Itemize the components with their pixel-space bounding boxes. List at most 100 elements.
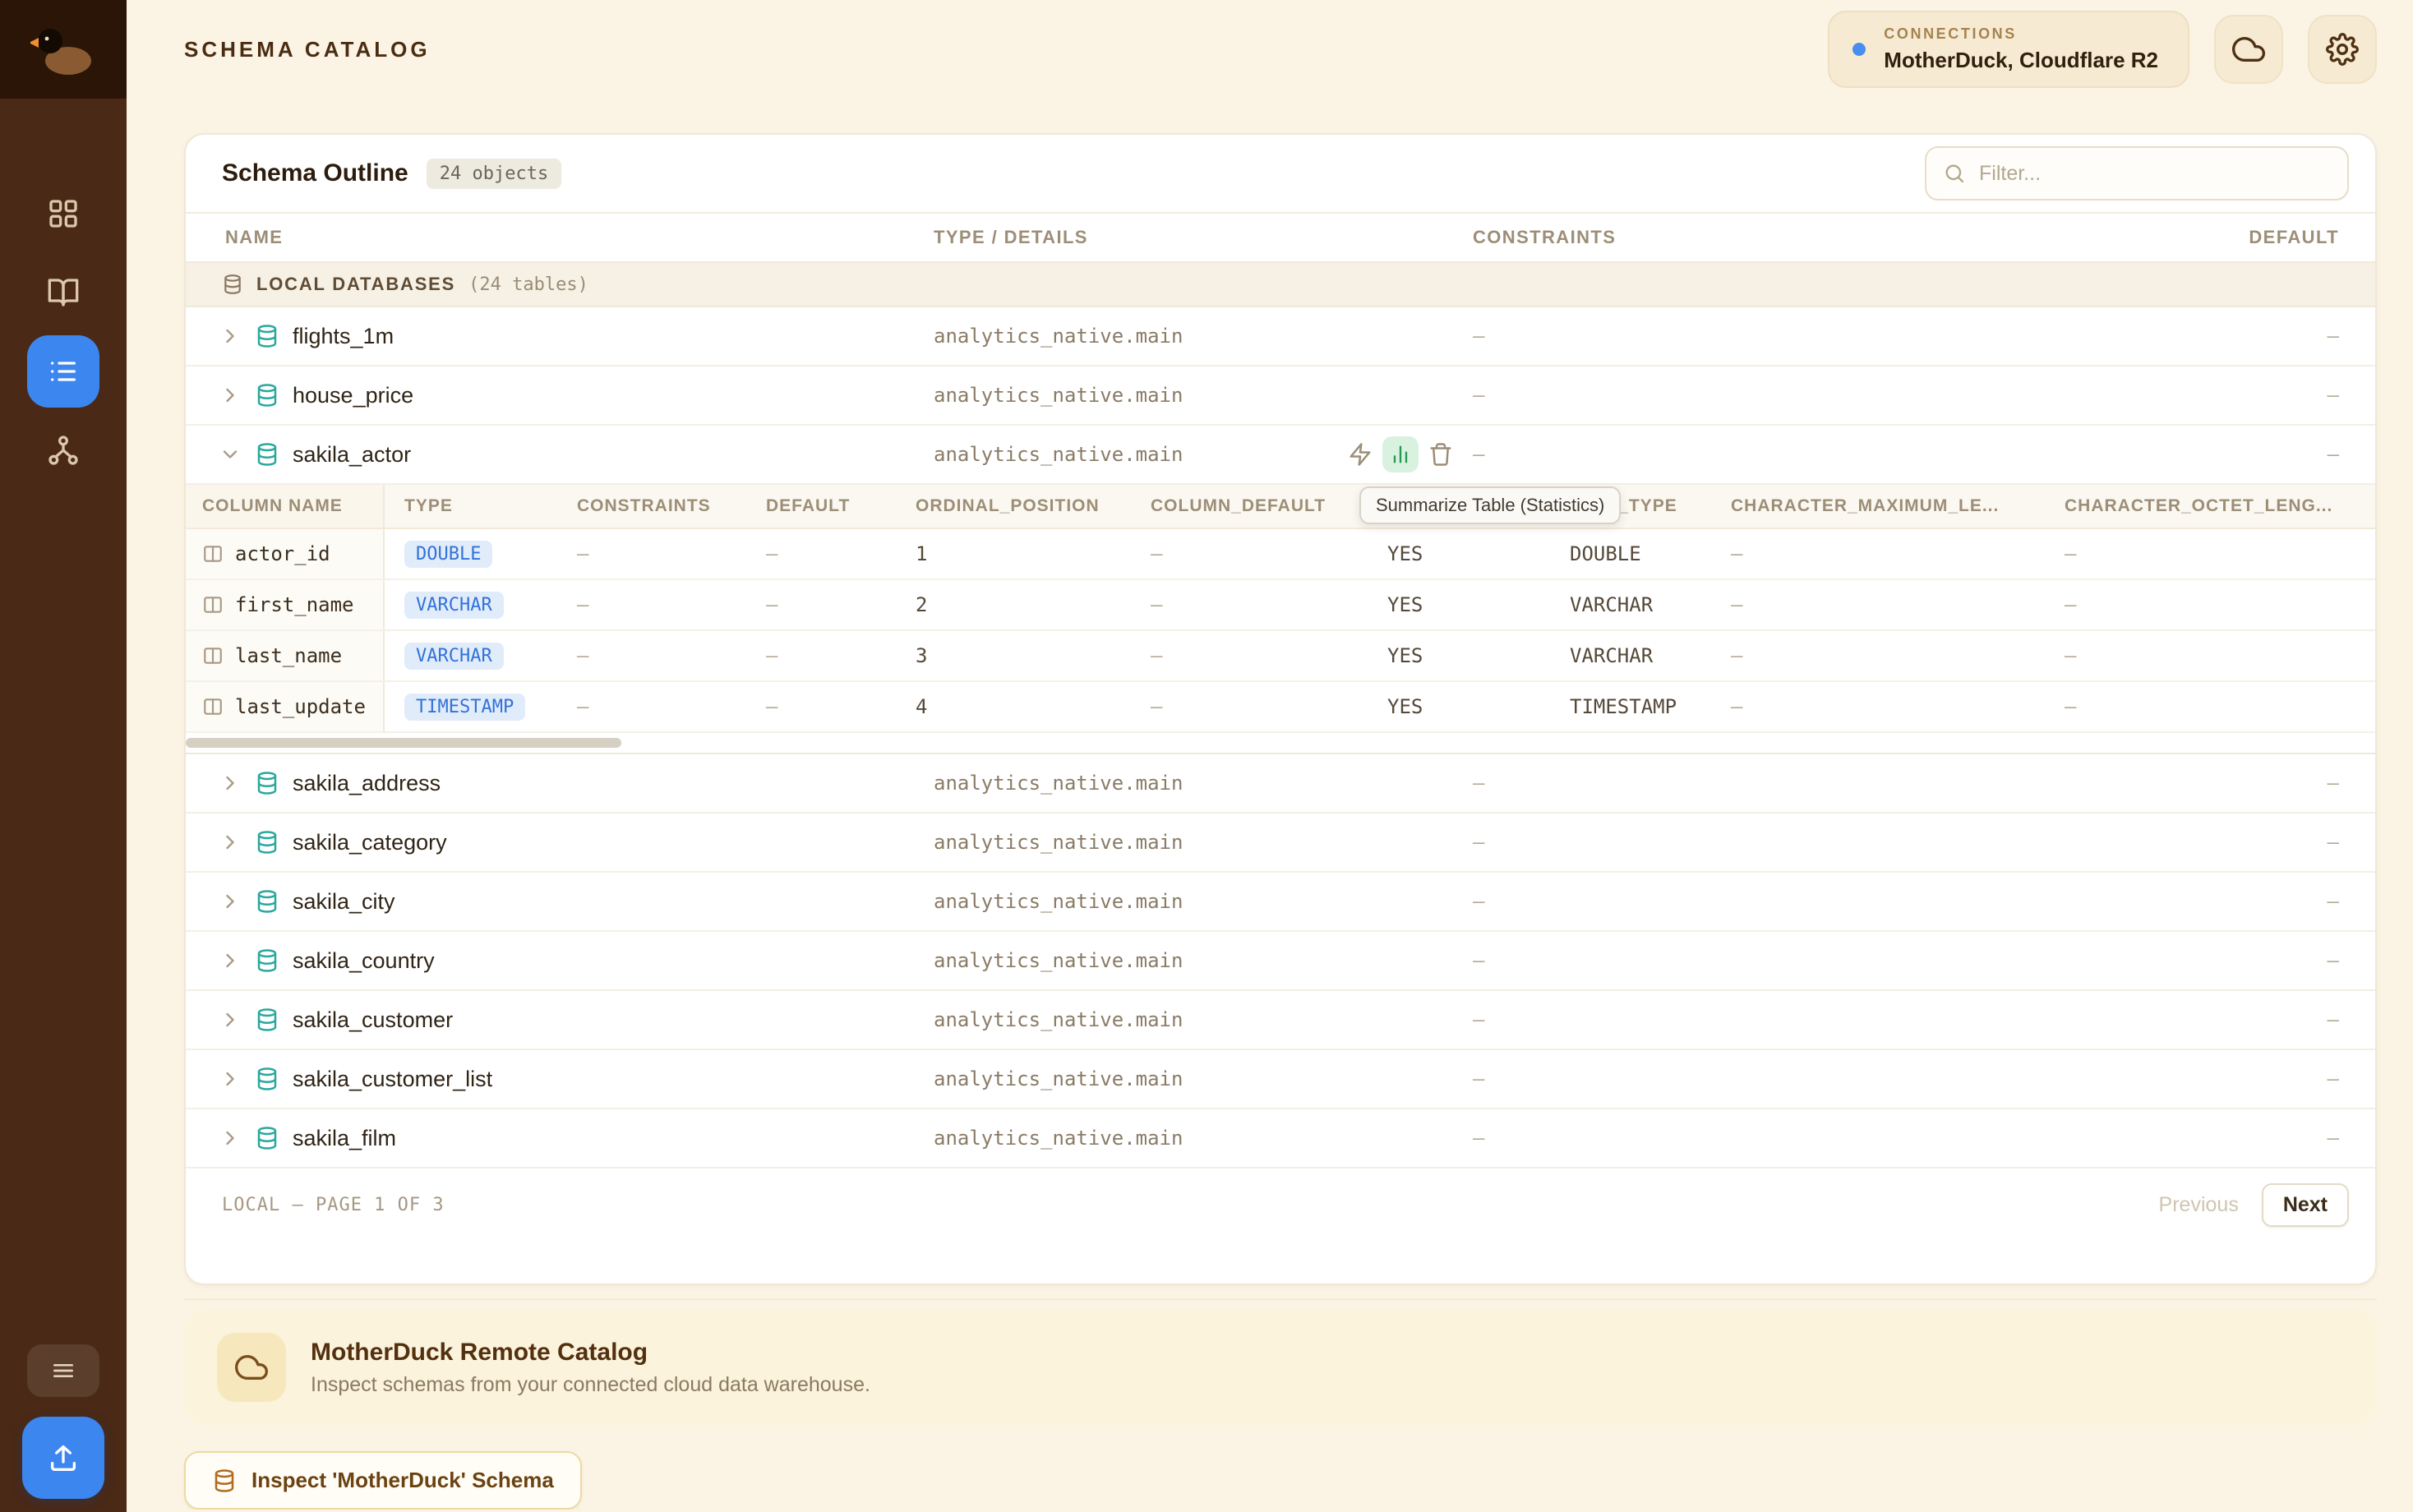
table-row-house_price[interactable]: house_price analytics_native.main — — <box>186 366 2375 426</box>
sidebar-item-schema-catalog[interactable] <box>27 335 99 408</box>
connections-pill[interactable]: CONNECTIONS MotherDuck, Cloudflare R2 <box>1828 11 2189 88</box>
table-constraints: — <box>1473 443 2142 466</box>
chevron-right-icon[interactable] <box>219 325 242 348</box>
column-header-default: DEFAULT <box>2142 227 2377 248</box>
next-button[interactable]: Next <box>2262 1183 2349 1227</box>
cell-character-maximum-length: — <box>1711 593 2045 616</box>
sub-col-type: TYPE <box>385 496 557 516</box>
sidebar-item-docs[interactable] <box>27 256 99 329</box>
chevron-right-icon[interactable] <box>219 1127 242 1150</box>
cell-default: — <box>746 695 896 718</box>
dashboard-grid-icon <box>47 197 80 230</box>
table-details: analytics_native.main <box>934 384 1473 407</box>
table-row-flights_1m[interactable]: flights_1m analytics_native.main — — <box>186 307 2375 366</box>
pagination-status: LOCAL — PAGE 1 OF 3 <box>222 1195 445 1215</box>
table-default: — <box>2142 890 2377 913</box>
sidebar-bottom <box>22 1344 104 1512</box>
previous-button[interactable]: Previous <box>2159 1193 2239 1217</box>
table-details: analytics_native.main <box>934 443 1183 466</box>
table-row-sakila_address[interactable]: sakila_address analytics_native.main — — <box>186 754 2375 814</box>
tooltip-summarize-table: Summarize Table (Statistics) <box>1359 486 1621 524</box>
table-row-sakila_film[interactable]: sakila_film analytics_native.main — — <box>186 1109 2375 1169</box>
table-row-sakila_actor[interactable]: sakila_actor analytics_native.main — — <box>186 426 2375 485</box>
table-constraints: — <box>1473 831 2142 854</box>
upload-button[interactable] <box>22 1417 104 1499</box>
main-area: SCHEMA CATALOG CONNECTIONS MotherDuck, C… <box>127 0 2413 1512</box>
column-header-constraints: CONSTRAINTS <box>1473 227 2142 248</box>
bar-chart-icon[interactable] <box>1382 436 1419 472</box>
type-badge: TIMESTAMP <box>404 694 525 721</box>
table-default: — <box>2142 831 2377 854</box>
table-details: analytics_native.main <box>934 949 1473 972</box>
remote-catalog-subtitle: Inspect schemas from your connected clou… <box>311 1373 870 1397</box>
cell-default: — <box>746 593 896 616</box>
column-name: last_update <box>235 695 366 718</box>
sidebar-item-lineage[interactable] <box>27 414 99 486</box>
gear-icon <box>2326 33 2359 66</box>
cell-default: — <box>746 644 896 667</box>
inspect-button-label: Inspect 'MotherDuck' Schema <box>251 1468 554 1493</box>
connections-label: CONNECTIONS <box>1884 25 2158 43</box>
scrollbar-thumb[interactable] <box>186 738 621 748</box>
cell-ordinal-position: 1 <box>896 542 1131 565</box>
table-row-sakila_customer_list[interactable]: sakila_customer_list analytics_native.ma… <box>186 1050 2375 1109</box>
columns-icon <box>202 645 224 666</box>
columns-subtable: COLUMN NAME TYPE CONSTRAINTS DEFAULT ORD… <box>186 485 2375 754</box>
group-count: (24 tables) <box>468 274 588 295</box>
menu-button[interactable] <box>27 1344 99 1397</box>
filter-input[interactable] <box>1979 162 2331 186</box>
chevron-down-icon[interactable] <box>219 443 242 466</box>
database-icon <box>212 1468 237 1493</box>
upload-icon <box>47 1441 80 1474</box>
table-default: — <box>2142 325 2377 348</box>
table-row-sakila_customer[interactable]: sakila_customer analytics_native.main — … <box>186 991 2375 1050</box>
zap-icon[interactable] <box>1348 442 1373 467</box>
chevron-right-icon[interactable] <box>219 890 242 913</box>
table-row-sakila_city[interactable]: sakila_city analytics_native.main — — <box>186 873 2375 932</box>
cell-character-octet-length: — <box>2045 695 2377 718</box>
chevron-right-icon[interactable] <box>219 949 242 972</box>
table-default: — <box>2142 949 2377 972</box>
cell-default: — <box>746 542 896 565</box>
pagination-footer: LOCAL — PAGE 1 OF 3 Previous Next <box>186 1169 2375 1241</box>
cell-is-nullable: YES <box>1368 695 1550 718</box>
chevron-right-icon[interactable] <box>219 772 242 795</box>
sidebar-item-dashboard[interactable] <box>27 177 99 250</box>
group-label: LOCAL DATABASES <box>256 274 455 295</box>
cloud-button[interactable] <box>2214 15 2283 84</box>
column-row-first_name[interactable]: first_name VARCHAR — — 2 — YES VARCHAR —… <box>186 580 2375 631</box>
column-row-actor_id[interactable]: actor_id DOUBLE — — 1 — YES DOUBLE — — <box>186 529 2375 580</box>
cell-is-nullable: YES <box>1368 593 1550 616</box>
column-row-last_update[interactable]: last_update TIMESTAMP — — 4 — YES TIMEST… <box>186 682 2375 733</box>
chevron-right-icon[interactable] <box>219 1067 242 1090</box>
chevron-right-icon[interactable] <box>219 1008 242 1031</box>
settings-button[interactable] <box>2308 15 2377 84</box>
table-constraints: — <box>1473 384 2142 407</box>
table-row-sakila_category[interactable]: sakila_category analytics_native.main — … <box>186 814 2375 873</box>
sub-col-character-maximum-length: CHARACTER_MAXIMUM_LE... <box>1711 496 2045 516</box>
content: Schema Outline 24 objects NAME TYPE / DE… <box>127 99 2413 1510</box>
table-constraints: — <box>1473 325 2142 348</box>
columns-icon <box>202 594 224 615</box>
table-constraints: — <box>1473 1008 2142 1031</box>
book-icon <box>47 276 80 309</box>
database-icon <box>255 1126 279 1150</box>
table-default: — <box>2142 1127 2377 1150</box>
cell-column-default: — <box>1131 695 1368 718</box>
inspect-motherduck-schema-button[interactable]: Inspect 'MotherDuck' Schema <box>184 1451 582 1510</box>
column-name: first_name <box>235 593 354 616</box>
app-logo[interactable] <box>0 0 127 99</box>
columns-icon <box>202 543 224 565</box>
trash-icon[interactable] <box>1428 442 1453 467</box>
table-header: NAME TYPE / DETAILS CONSTRAINTS DEFAULT <box>186 214 2375 263</box>
chevron-right-icon[interactable] <box>219 831 242 854</box>
cell-is-nullable: YES <box>1368 542 1550 565</box>
topbar: SCHEMA CATALOG CONNECTIONS MotherDuck, C… <box>127 0 2413 99</box>
group-row-local-databases[interactable]: LOCAL DATABASES (24 tables) <box>186 263 2375 307</box>
connection-status-dot <box>1852 43 1866 56</box>
column-row-last_name[interactable]: last_name VARCHAR — — 3 — YES VARCHAR — … <box>186 631 2375 682</box>
table-row-sakila_country[interactable]: sakila_country analytics_native.main — — <box>186 932 2375 991</box>
chevron-right-icon[interactable] <box>219 384 242 407</box>
column-name: last_name <box>235 644 342 667</box>
table-default: — <box>2142 443 2377 466</box>
